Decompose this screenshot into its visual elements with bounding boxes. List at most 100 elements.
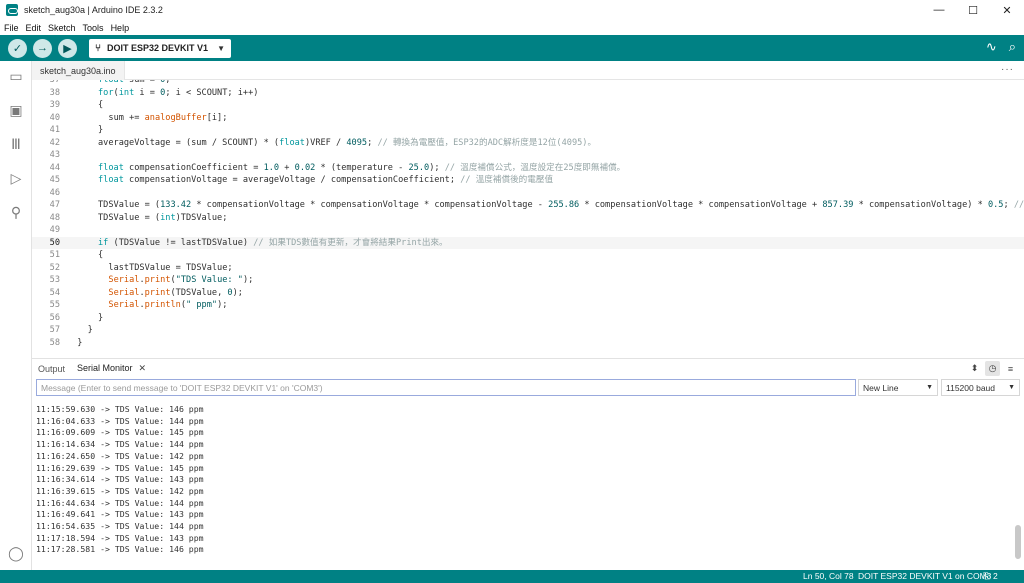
baud-rate-value: 115200 baud	[946, 382, 996, 393]
serial-monitor-bar: New Line ▼ 115200 baud ▼	[32, 377, 1024, 399]
code-text: }	[98, 125, 104, 135]
window-controls: — ☐ ✕	[922, 0, 1024, 20]
library-manager-icon[interactable]: Ⅲ	[8, 136, 24, 152]
status-bar: Ln 50, Col 78 DOIT ESP32 DEVKIT V1 on CO…	[0, 570, 1024, 583]
code-line: 44 float compensationCoefficient = 1.0 + …	[32, 162, 1024, 175]
code-text: Serial.print(TDSValue, 0);	[108, 287, 243, 298]
tab-serial-monitor[interactable]: Serial Monitor ✕	[77, 359, 147, 378]
line-number: 55	[49, 300, 60, 310]
close-button[interactable]: ✕	[990, 0, 1024, 20]
code-line: 48 TDSValue = (int)TDSValue;	[32, 212, 1024, 225]
line-number: 41	[49, 125, 60, 135]
verify-button[interactable]: ✓	[8, 38, 27, 58]
code-editor[interactable]: 37 float sum = 0; 38 for(int i = 0; i < SCO…	[32, 80, 1024, 358]
code-text: {	[98, 250, 104, 260]
upload-button[interactable]: →	[33, 38, 52, 58]
scrollbar[interactable]	[1015, 525, 1021, 559]
line-number: 42	[49, 137, 60, 148]
menu-edit[interactable]: Edit	[26, 23, 42, 33]
debug-button[interactable]: ▶	[58, 38, 77, 58]
code-line: 58}	[32, 337, 1024, 350]
menu-help[interactable]: Help	[111, 23, 130, 33]
baud-rate-select[interactable]: 115200 baud ▼	[941, 379, 1020, 396]
log-line: 11:16:54.635 -> TDS Value: 144 ppm	[36, 521, 204, 531]
tab-serial-monitor-label: Serial Monitor	[77, 363, 133, 373]
notification-count: 2	[993, 571, 998, 581]
line-number: 57	[49, 325, 60, 335]
code-line: 47 TDSValue = (133.42 * compensationVolta…	[32, 199, 1024, 212]
chevron-down-icon: ▼	[1008, 384, 1015, 391]
notification-icon[interactable]: ⎘	[983, 570, 990, 583]
line-number: 53	[49, 275, 60, 285]
line-number: 44	[49, 162, 60, 173]
chevron-down-icon: ▼	[217, 43, 225, 53]
code-line: 49	[32, 224, 1024, 237]
autoscroll-icon[interactable]: ⬍	[967, 361, 982, 376]
line-number: 54	[49, 287, 60, 298]
log-line: 11:16:09.609 -> TDS Value: 145 ppm	[36, 427, 204, 438]
line-number: 50	[49, 237, 60, 248]
serial-monitor-icon[interactable]: ⌕	[1009, 39, 1016, 55]
clear-output-icon[interactable]: ≡	[1003, 361, 1018, 376]
line-number: 58	[49, 337, 60, 348]
log-line: 11:16:34.614 -> TDS Value: 143 ppm	[36, 474, 204, 485]
line-number: 52	[49, 262, 60, 273]
code-text: float compensationCoefficient = 1.0 + 0.…	[98, 162, 626, 173]
code-text: }	[87, 325, 93, 335]
serial-plotter-icon[interactable]: ∿	[986, 39, 997, 55]
debug-panel-icon[interactable]: ▷	[8, 170, 24, 186]
line-number: 47	[49, 200, 60, 210]
code-line: 56}	[32, 312, 1024, 325]
cursor-position: Ln 50, Col 78	[803, 571, 854, 581]
log-line: 11:16:39.615 -> TDS Value: 142 ppm	[36, 485, 204, 496]
code-line: 40 sum += analogBuffer[i];	[32, 112, 1024, 125]
line-number: 48	[49, 212, 60, 223]
debug-icon: ▶	[63, 42, 72, 55]
code-line: 46	[32, 187, 1024, 200]
board-selector[interactable]: ⑂ DOIT ESP32 DEVKIT V1 ▼	[89, 38, 231, 58]
code-text: }	[98, 312, 104, 323]
code-text: for(int i = 0; i < SCOUNT; i++)	[98, 87, 259, 98]
code-line: 39 {	[32, 99, 1024, 112]
timestamp-icon[interactable]: ◷	[985, 361, 1000, 376]
window-title: sketch_aug30a | Arduino IDE 2.3.2	[24, 5, 163, 15]
close-icon[interactable]: ✕	[139, 363, 147, 374]
code-text: TDSValue = (133.42 * compensationVoltage…	[98, 200, 1024, 210]
panel-tabs: Output Serial Monitor ✕ ⬍ ◷ ≡	[32, 358, 1024, 378]
log-line: 11:15:59.630 -> TDS Value: 146 ppm	[36, 404, 204, 414]
code-line: 50 if (TDSValue != lastTDSValue) // 如果TDS…	[32, 236, 1024, 249]
log-line: 11:17:28.581 -> TDS Value: 146 ppm	[36, 544, 204, 555]
log-line: 11:16:24.650 -> TDS Value: 142 ppm	[36, 450, 204, 461]
folder-icon[interactable]: ▭	[8, 68, 24, 84]
log-line: 11:16:44.634 -> TDS Value: 144 ppm	[36, 497, 204, 508]
line-number: 40	[49, 112, 60, 123]
minimize-button[interactable]: —	[922, 0, 956, 20]
check-icon: ✓	[12, 42, 23, 55]
maximize-button[interactable]: ☐	[956, 0, 990, 20]
menu-file[interactable]: File	[4, 23, 19, 33]
menu-sketch[interactable]: Sketch	[48, 23, 76, 33]
line-number: 39	[49, 100, 60, 110]
menu-tools[interactable]: Tools	[83, 23, 104, 33]
more-icon[interactable]: ···	[1001, 64, 1014, 75]
log-line: 11:16:14.634 -> TDS Value: 144 ppm	[36, 439, 204, 450]
log-line: 11:16:04.633 -> TDS Value: 144 ppm	[36, 415, 204, 426]
account-icon[interactable]: ◯	[8, 545, 24, 561]
line-number: 51	[49, 250, 60, 260]
arrow-right-icon: →	[37, 42, 48, 54]
tab-output[interactable]: Output	[38, 359, 65, 378]
boards-manager-icon[interactable]: ▣	[8, 102, 24, 118]
line-ending-select[interactable]: New Line ▼	[858, 379, 938, 396]
search-icon[interactable]: ⚲	[8, 204, 24, 220]
line-number: 43	[49, 150, 60, 160]
code-text: sum += analogBuffer[i];	[108, 112, 228, 123]
log-line: 11:17:18.594 -> TDS Value: 143 ppm	[36, 532, 204, 543]
line-number: 46	[49, 187, 60, 198]
code-line: 51 {	[32, 249, 1024, 262]
editor-tab-row: sketch_aug30a.ino ···	[32, 61, 1024, 80]
code-line: 57}	[32, 324, 1024, 337]
code-line: 52 lastTDSValue = TDSValue;	[32, 262, 1024, 275]
code-line: 38 for(int i = 0; i < SCOUNT; i++)	[32, 87, 1024, 100]
message-input[interactable]	[36, 379, 856, 396]
file-tab[interactable]: sketch_aug30a.ino	[32, 61, 125, 80]
